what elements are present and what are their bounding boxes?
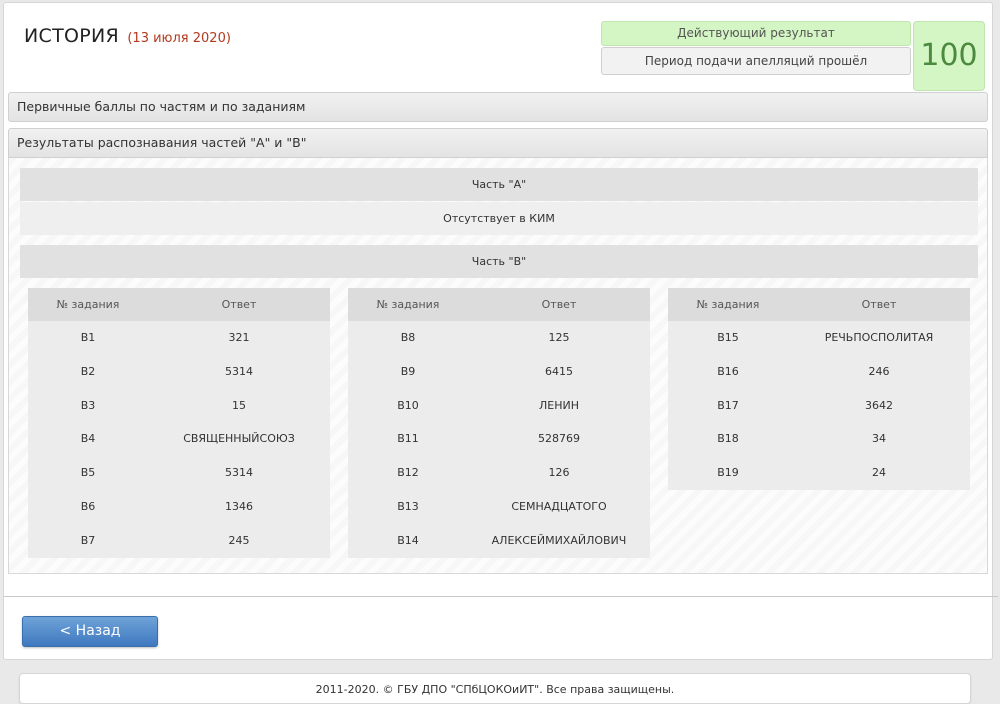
- answer-value: 126: [548, 466, 570, 480]
- answer-value: 5314: [225, 466, 253, 480]
- answer-value: ЛЕНИН: [539, 398, 579, 412]
- table-row: В5 5314: [28, 456, 330, 490]
- appeal-status-badge: Период подачи апелляций прошёл: [601, 47, 911, 75]
- task-number: В8: [400, 331, 416, 344]
- recognition-results-accordion[interactable]: Результаты распознавания частей "А" и "В…: [8, 128, 988, 158]
- task-number: В18: [717, 432, 739, 446]
- table-row: В8 125: [348, 321, 650, 355]
- divider: [4, 596, 998, 597]
- answer-value: 3642: [865, 398, 893, 412]
- table-row: В18 34: [668, 422, 970, 456]
- task-number: В7: [80, 533, 96, 547]
- answer-value: 321: [228, 331, 250, 344]
- answer-value: 125: [548, 331, 570, 344]
- table-row: В10 ЛЕНИН: [348, 389, 650, 423]
- task-number: В1: [80, 331, 96, 344]
- table-row: В13 СЕМНАДЦАТОГО: [348, 490, 650, 524]
- answer-value: 34: [872, 432, 886, 446]
- task-number: В4: [80, 432, 96, 446]
- primary-scores-accordion[interactable]: Первичные баллы по частям и по заданиям: [8, 92, 988, 122]
- task-number: В19: [717, 466, 739, 480]
- back-button[interactable]: < Назад: [22, 616, 158, 647]
- table-header: № задания Ответ: [668, 288, 970, 321]
- answer-value: 1346: [225, 499, 253, 513]
- table-header: № задания Ответ: [28, 288, 330, 321]
- answer-value: СВЯЩЕННЫЙСОЮЗ: [183, 432, 295, 446]
- answer-value: 15: [232, 398, 246, 412]
- task-number: В6: [80, 499, 96, 513]
- exam-date: (13 июля 2020): [127, 31, 231, 46]
- column-answer-header: Ответ: [541, 298, 577, 311]
- page-title: ИСТОРИЯ (13 июля 2020): [24, 25, 231, 47]
- answer-value: АЛЕКСЕЙМИХАЙЛОВИЧ: [491, 533, 627, 547]
- table-header: № задания Ответ: [348, 288, 650, 321]
- task-number: В13: [397, 499, 419, 513]
- table-row: В4 СВЯЩЕННЫЙСОЮЗ: [28, 422, 330, 456]
- column-task-header: № задания: [56, 298, 120, 311]
- answers-table: № задания Ответ В15 РЕЧЬПОСПОЛИТАЯ В16 246 В…: [668, 288, 970, 490]
- table-row: В7 245: [28, 524, 330, 558]
- answer-value: 24: [872, 466, 886, 480]
- task-number: В9: [400, 364, 416, 378]
- table-row: В12 126: [348, 456, 650, 490]
- part-a-note: Отсутствует в КИМ: [20, 202, 978, 235]
- answer-value: 528769: [538, 432, 580, 446]
- column-task-header: № задания: [696, 298, 760, 311]
- answer-value: 6415: [545, 364, 573, 378]
- table-row: В15 РЕЧЬПОСПОЛИТАЯ: [668, 321, 970, 355]
- answer-value: 245: [228, 533, 250, 547]
- table-row: В16 246: [668, 355, 970, 389]
- result-card: ИСТОРИЯ (13 июля 2020) Действующий резул…: [3, 2, 998, 660]
- task-number: В16: [717, 364, 739, 378]
- answer-value: РЕЧЬПОСПОЛИТАЯ: [824, 331, 934, 344]
- task-number: В12: [397, 466, 419, 480]
- table-row: В9 6415: [348, 355, 650, 389]
- recognition-results-panel: Часть "А" Отсутствует в КИМ Часть "В" № …: [8, 158, 988, 574]
- table-row: В2 5314: [28, 355, 330, 389]
- column-answer-header: Ответ: [221, 298, 257, 311]
- table-row: В3 15: [28, 389, 330, 423]
- part-b-header: Часть "В": [20, 245, 978, 278]
- score-value: 100: [913, 21, 985, 91]
- answer-value: 5314: [225, 364, 253, 378]
- column-answer-header: Ответ: [861, 298, 897, 311]
- answers-table: № задания Ответ В8 125 В9 6415 В10 ЛЕНИН В11 52…: [348, 288, 650, 558]
- task-number: В2: [80, 364, 96, 378]
- task-number: В5: [80, 466, 96, 480]
- table-row: В6 1346: [28, 490, 330, 524]
- subject-name: ИСТОРИЯ: [24, 25, 120, 47]
- table-row: В11 528769: [348, 422, 650, 456]
- task-number: В11: [397, 432, 419, 446]
- table-row: В14 АЛЕКСЕЙМИХАЙЛОВИЧ: [348, 524, 650, 558]
- current-result-badge: Действующий результат: [601, 21, 911, 46]
- task-number: В15: [717, 331, 739, 344]
- answers-table: № задания Ответ В1 321 В2 5314 В3 15 В4 СВЯЩЕНН…: [28, 288, 330, 558]
- answer-value: 246: [868, 364, 890, 378]
- answer-value: СЕМНАДЦАТОГО: [511, 499, 607, 513]
- table-row: В19 24: [668, 456, 970, 490]
- task-number: В14: [397, 533, 419, 547]
- task-number: В3: [80, 398, 96, 412]
- column-task-header: № задания: [376, 298, 440, 311]
- table-row: В17 3642: [668, 389, 970, 423]
- table-row: В1 321: [28, 321, 330, 355]
- part-a-header: Часть "А": [20, 168, 978, 201]
- footer-copyright: 2011-2020. © ГБУ ДПО "СПбЦОКОиИТ". Все п…: [19, 673, 971, 704]
- task-number: В17: [717, 398, 739, 412]
- task-number: В10: [397, 398, 419, 412]
